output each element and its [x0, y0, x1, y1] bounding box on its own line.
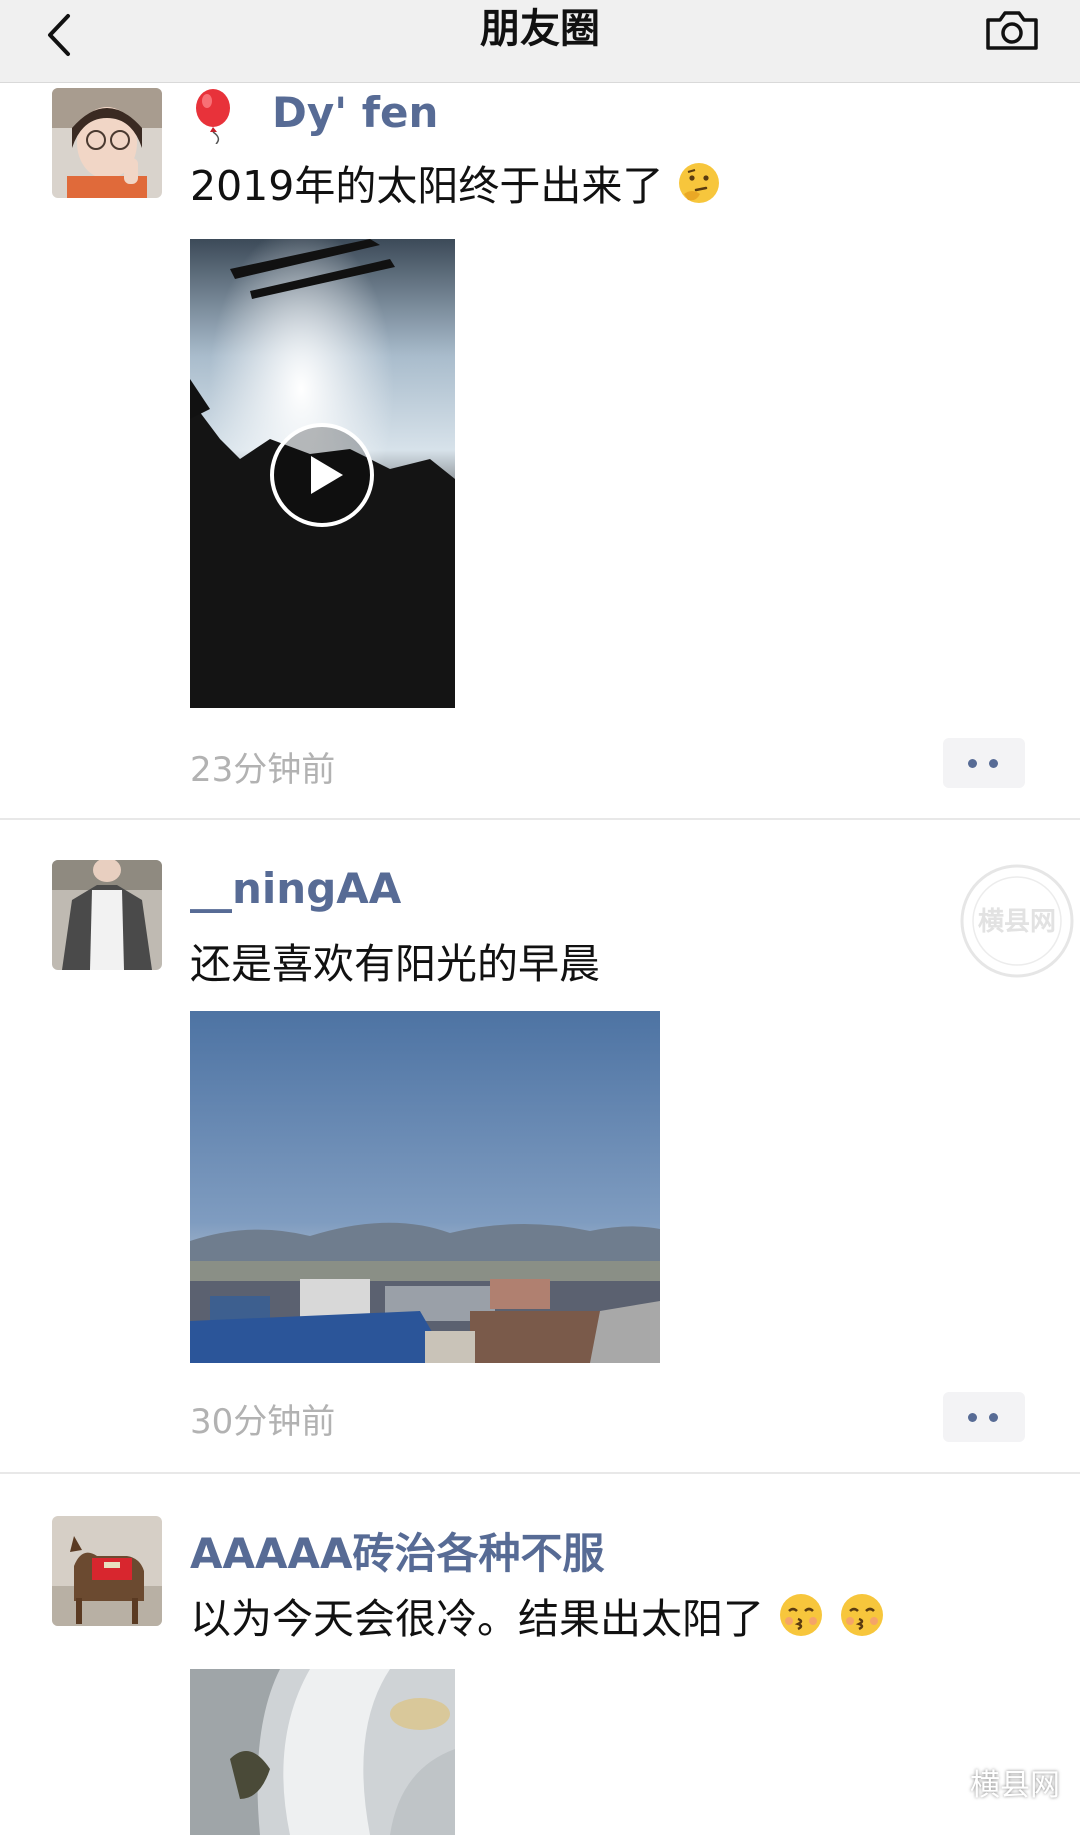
poster-name[interactable]: Dy' fen: [272, 88, 438, 137]
post-text-content: 2019年的太阳终于出来了: [190, 162, 664, 210]
post-timestamp: 30分钟前: [190, 1402, 336, 1442]
avatar[interactable]: [52, 860, 162, 970]
video-thumbnail[interactable]: [190, 239, 455, 708]
nav-bar: 朋友圈: [0, 0, 1080, 83]
watermark-label: 横县网: [970, 1768, 1060, 1803]
wechat-icon: [918, 1765, 962, 1798]
kissing-face-icon: [841, 1594, 884, 1636]
more-actions-button[interactable]: [943, 1392, 1025, 1442]
watermark-stamp: 横县网: [960, 864, 1074, 978]
camera-icon[interactable]: [982, 6, 1042, 54]
post-text-content: 以为今天会很冷。结果出太阳了: [190, 1595, 764, 1643]
avatar[interactable]: [52, 88, 162, 198]
watermark: 横县网: [918, 1760, 1060, 1804]
play-icon[interactable]: [269, 422, 375, 528]
kissing-face-icon: [780, 1594, 823, 1636]
balloon-icon: [196, 89, 230, 144]
more-actions-button[interactable]: [943, 738, 1025, 788]
poster-name[interactable]: __ningAA: [190, 864, 401, 913]
post-text: 以为今天会很冷。结果出太阳了: [190, 1585, 886, 1645]
photo-thumbnail[interactable]: [190, 1011, 660, 1363]
moment-post: __ningAA 还是喜欢有阳光的早晨 30分钟前: [0, 820, 1080, 1474]
avatar[interactable]: [52, 1516, 162, 1626]
moment-post: Dy' fen 2019年的太阳终于出来了 23分钟前: [0, 82, 1080, 820]
page-title: 朋友圈: [480, 6, 600, 52]
thinking-face-icon: [679, 163, 720, 203]
post-timestamp: 23分钟前: [190, 750, 336, 790]
post-text: 2019年的太阳终于出来了: [190, 152, 722, 212]
photo-thumbnail[interactable]: [190, 1669, 455, 1835]
poster-name[interactable]: AAAAA砖治各种不服: [190, 1520, 605, 1581]
watermark-stamp-text: 横县网: [978, 907, 1056, 937]
post-text: 还是喜欢有阳光的早晨: [190, 940, 600, 988]
